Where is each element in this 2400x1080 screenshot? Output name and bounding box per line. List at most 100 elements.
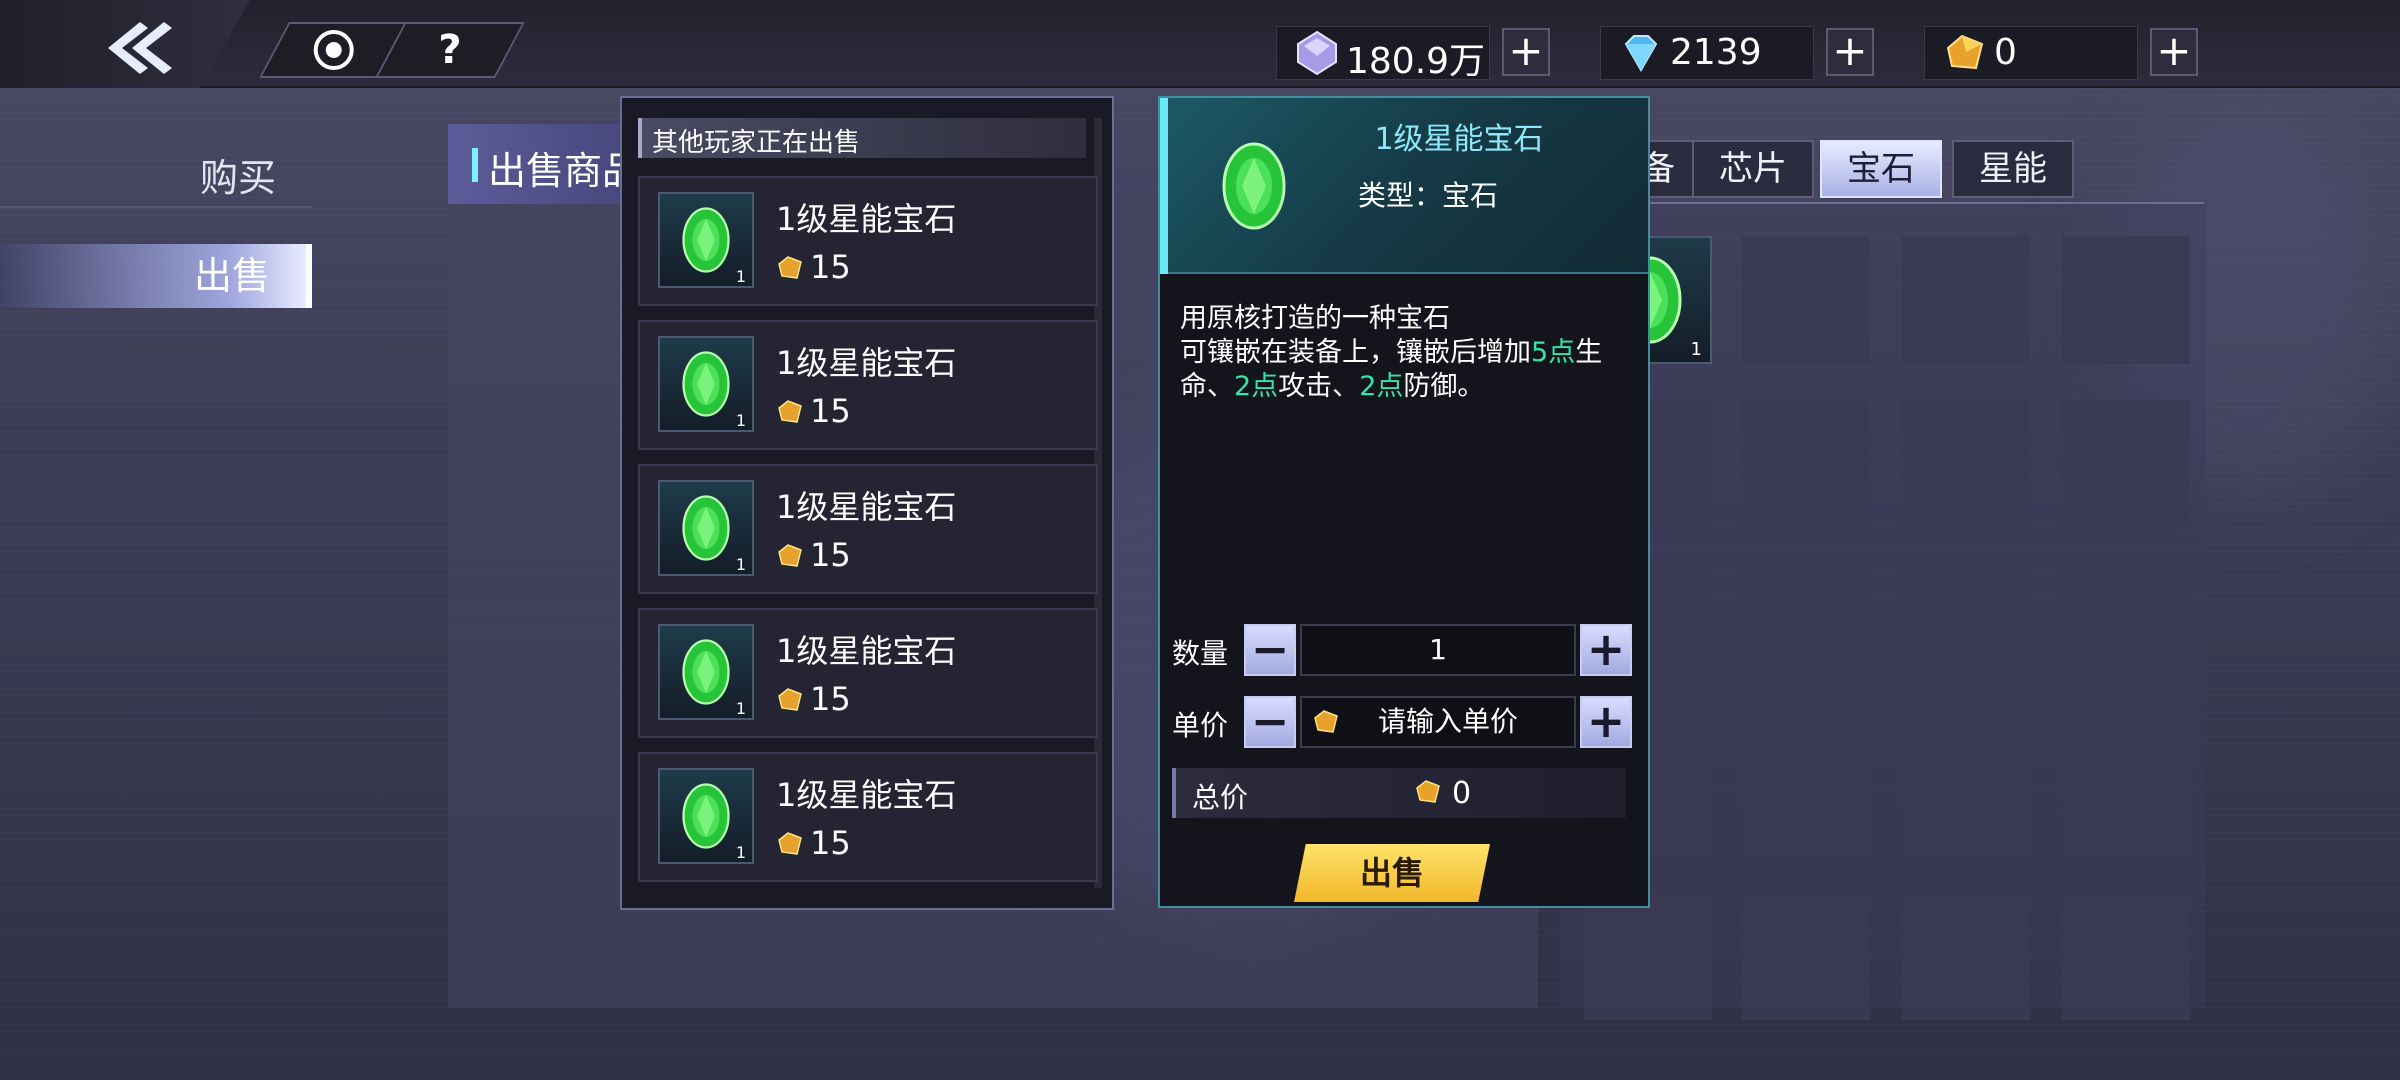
gold-gem-icon [1946, 34, 1984, 70]
back-button[interactable] [0, 0, 250, 88]
quantity-plus-button[interactable]: + [1580, 624, 1632, 676]
tab-chip[interactable]: 芯片 [1692, 140, 1814, 198]
item-count: 1 [735, 267, 746, 286]
market-list-item[interactable]: 1 1级星能宝石 15 [638, 320, 1098, 450]
currency-crystal: 180.9万 + [1276, 26, 1552, 82]
item-detail-description: 用原核打造的一种宝石 可镶嵌在装备上，镶嵌后增加5点生命、2点攻击、2点防御。 [1180, 303, 1603, 402]
inventory-slot[interactable] [1742, 564, 1870, 692]
inventory-slot[interactable] [1902, 892, 2030, 1020]
item-count: 1 [735, 699, 746, 718]
gold-gem-icon [1314, 710, 1338, 733]
item-name: 1级星能宝石 [776, 344, 957, 382]
crystal-add-button[interactable]: + [1502, 28, 1550, 76]
item-count: 1 [735, 411, 746, 430]
left-nav: 购买 出售 [0, 88, 312, 1080]
crystal-amount: 180.9万 [1346, 41, 1486, 82]
green-gem-icon [682, 351, 730, 417]
market-list-item[interactable]: 1 1级星能宝石 15 [638, 464, 1098, 594]
gold-gem-icon [778, 832, 802, 855]
item-icon: 1 [658, 192, 754, 288]
market-list-item[interactable]: 1 1级星能宝石 15 [638, 608, 1098, 738]
item-icon: 1 [658, 336, 754, 432]
item-price: 15 [810, 680, 851, 718]
green-gem-icon [682, 207, 730, 273]
inventory-slot[interactable] [2062, 400, 2190, 528]
back-arrow-icon [100, 18, 180, 87]
green-gem-icon [682, 639, 730, 705]
sell-panel-title: 出售商品 [448, 124, 648, 204]
item-detail-title: 1级星能宝石 [1374, 122, 1544, 157]
inventory-slot[interactable] [1902, 728, 2030, 856]
help-icon: ? [438, 27, 462, 73]
item-name: 1级星能宝石 [776, 488, 957, 526]
inventory-slot[interactable] [1902, 564, 2030, 692]
inventory-slot[interactable] [1742, 400, 1870, 528]
total-price-label: 总价 [1192, 781, 1249, 814]
nav-divider [0, 206, 312, 208]
item-price: 15 [810, 536, 851, 574]
top-bar: ? 180.9万 + 2139 + 0 + [0, 0, 2400, 88]
item-count: 1 [735, 555, 746, 574]
tab-gem[interactable]: 宝石 [1820, 140, 1942, 198]
market-list-item[interactable]: 1 1级星能宝石 15 [638, 752, 1098, 882]
tabs-underline [1580, 202, 2204, 204]
nav-sell[interactable]: 出售 [0, 244, 312, 308]
gold-amount: 0 [1994, 32, 2017, 73]
price-minus-button[interactable]: − [1244, 696, 1296, 748]
price-plus-button[interactable]: + [1580, 696, 1632, 748]
gold-add-button[interactable]: + [2150, 28, 2198, 76]
gold-gem-icon [778, 400, 802, 423]
item-detail-panel: 1级星能宝石 类型：宝石 用原核打造的一种宝石 可镶嵌在装备上，镶嵌后增加5点生… [1158, 96, 1650, 908]
item-icon: 1 [658, 768, 754, 864]
diamond-amount: 2139 [1670, 32, 1762, 73]
item-icon: 1 [658, 480, 754, 576]
inventory-slot[interactable] [1742, 728, 1870, 856]
item-price: 15 [810, 392, 851, 430]
market-list-panel: 其他玩家正在出售 1 1级星能宝石 15 1 1级星能宝石 15 1 1级星能宝… [620, 96, 1114, 910]
item-name: 1级星能宝石 [776, 776, 957, 814]
inventory-slot[interactable] [1742, 236, 1870, 364]
currency-diamond: 2139 + [1600, 26, 1876, 80]
nav-buy[interactable]: 购买 [0, 146, 312, 210]
market-list-item[interactable]: 1 1级星能宝石 15 [638, 176, 1098, 306]
unit-price-input[interactable]: 请输入单价 [1300, 696, 1576, 748]
diamond-icon [1624, 35, 1658, 73]
item-price: 15 [810, 248, 851, 286]
quantity-minus-button[interactable]: − [1244, 624, 1296, 676]
item-name: 1级星能宝石 [776, 632, 957, 670]
quantity-label: 数量 [1172, 637, 1229, 670]
quantity-input[interactable]: 1 [1300, 624, 1576, 676]
inventory-slot[interactable] [1902, 236, 2030, 364]
inventory-slot[interactable] [2062, 892, 2190, 1020]
item-detail-type: 类型：宝石 [1358, 179, 1499, 212]
gold-gem-icon [1416, 780, 1440, 803]
green-gem-icon [682, 495, 730, 561]
inventory-slot[interactable] [2062, 728, 2190, 856]
item-price: 15 [810, 824, 851, 862]
help-button[interactable]: ? [375, 22, 525, 78]
market-list-header: 其他玩家正在出售 [638, 118, 1086, 158]
total-price-value: 0 [1452, 776, 1472, 811]
inventory-slot[interactable] [2062, 236, 2190, 364]
slot-count: 1 [1690, 339, 1702, 360]
record-icon [313, 30, 354, 70]
green-gem-icon [682, 783, 730, 849]
inventory-slot[interactable] [1584, 892, 1712, 1020]
item-count: 1 [735, 843, 746, 862]
inventory-slot[interactable] [1902, 400, 2030, 528]
gold-gem-icon [778, 256, 802, 279]
inventory-slot[interactable] [1742, 892, 1870, 1020]
total-price-row: 总价 0 [1172, 768, 1626, 818]
inventory-slot[interactable] [2062, 564, 2190, 692]
currency-gold: 0 + [1924, 26, 2200, 80]
item-name: 1级星能宝石 [776, 200, 957, 238]
tab-star-energy[interactable]: 星能 [1952, 140, 2074, 198]
item-detail-header: 1级星能宝石 类型：宝石 [1160, 98, 1648, 274]
gold-gem-icon [778, 688, 802, 711]
diamond-add-button[interactable]: + [1826, 28, 1874, 76]
sell-confirm-button[interactable]: 出售 [1294, 844, 1490, 902]
item-icon: 1 [658, 624, 754, 720]
gold-gem-icon [778, 544, 802, 567]
unit-price-label: 单价 [1172, 709, 1229, 742]
crystal-icon [1297, 30, 1337, 76]
